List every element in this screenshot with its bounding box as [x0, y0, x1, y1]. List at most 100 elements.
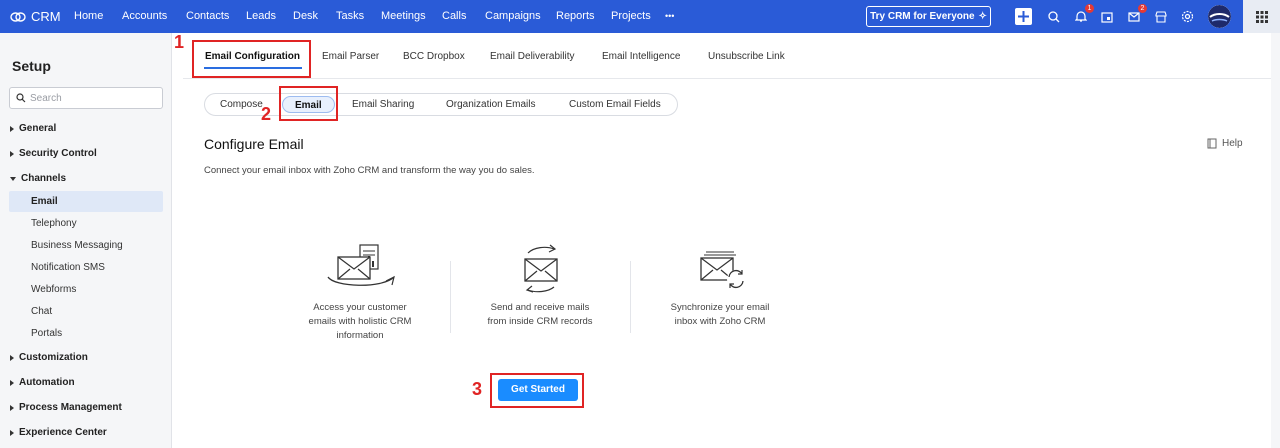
section-label: Process Management: [19, 402, 122, 413]
annotation-step-3: 3: [472, 379, 483, 399]
setup-sidebar: Setup Search General Security Control Ch…: [0, 33, 172, 448]
sidebar-section-process-management[interactable]: Process Management: [10, 402, 122, 413]
avatar-icon: [1208, 5, 1231, 28]
sidebar-title: Setup: [12, 58, 51, 74]
grid-menu-icon: [1255, 10, 1268, 23]
nav-home[interactable]: Home: [74, 0, 103, 33]
tab-email-parser[interactable]: Email Parser: [322, 51, 379, 62]
top-navigation-bar: CRM Home Accounts Contacts Leads Desk Ta…: [0, 0, 1280, 33]
tab-email-intelligence[interactable]: Email Intelligence: [602, 51, 680, 62]
annotation-step-1: 1: [174, 32, 185, 52]
app-name: CRM: [31, 9, 61, 24]
sidebar-item-portals[interactable]: Portals: [31, 328, 62, 339]
tab-unsubscribe-link[interactable]: Unsubscribe Link: [708, 51, 785, 62]
section-label: Customization: [19, 352, 88, 363]
notifications-button[interactable]: 1: [1072, 4, 1094, 25]
sidebar-section-customization[interactable]: Customization: [10, 352, 88, 363]
nav-meetings[interactable]: Meetings: [381, 0, 426, 33]
plus-icon: [1018, 11, 1029, 22]
help-label: Help: [1222, 138, 1243, 149]
try-crm-button[interactable]: Try CRM for Everyone ✧: [866, 6, 991, 27]
annotation-step-2: 2: [261, 104, 272, 124]
nav-tasks[interactable]: Tasks: [336, 0, 364, 33]
sidebar-section-experience-center[interactable]: Experience Center: [10, 427, 107, 438]
feature-text-line: Send and receive mails: [490, 302, 590, 313]
crm-logo[interactable]: CRM: [10, 0, 61, 33]
page-description: Connect your email inbox with Zoho CRM a…: [204, 165, 535, 176]
divider: [630, 261, 631, 333]
feature-holistic-crm: Access your customer emails with holisti…: [280, 243, 440, 343]
chevron-right-icon: [10, 404, 14, 411]
nav-calls[interactable]: Calls: [442, 0, 466, 33]
marketplace-button[interactable]: [1152, 8, 1169, 25]
search-icon: [16, 93, 26, 103]
feature-send-receive: Send and receive mails from inside CRM r…: [460, 243, 620, 329]
search-button[interactable]: [1045, 8, 1062, 25]
nav-desk[interactable]: Desk: [293, 0, 318, 33]
feature-text-line: emails with holistic CRM: [308, 316, 412, 327]
section-label: Automation: [19, 377, 75, 388]
sidebar-item-webforms[interactable]: Webforms: [31, 284, 76, 295]
sidebar-item-notification-sms[interactable]: Notification SMS: [31, 262, 105, 273]
section-label: Channels: [21, 173, 67, 184]
annotation-box-step-3: [490, 373, 584, 408]
email-settings-tabs: Email Configuration Email Parser BCC Dro…: [183, 33, 1271, 79]
subtab-organization-emails[interactable]: Organization Emails: [446, 99, 535, 110]
nav-accounts[interactable]: Accounts: [122, 0, 167, 33]
crm-logo-icon: [10, 11, 26, 22]
right-scroll-gutter: [1271, 33, 1280, 448]
email-send-receive-icon: [524, 244, 558, 293]
chevron-down-icon: [10, 176, 16, 181]
section-label: Experience Center: [19, 427, 107, 438]
nav-projects[interactable]: Projects: [611, 0, 651, 33]
try-crm-label: Try CRM for Everyone: [870, 11, 975, 22]
chevron-right-icon: [10, 379, 14, 386]
subtab-email-sharing[interactable]: Email Sharing: [352, 99, 414, 110]
calendar-button[interactable]: [1098, 8, 1115, 25]
nav-campaigns[interactable]: Campaigns: [485, 0, 541, 33]
tab-bcc-dropbox[interactable]: BCC Dropbox: [403, 51, 465, 62]
quick-create-button[interactable]: [1015, 8, 1032, 25]
sidebar-section-channels[interactable]: Channels: [10, 173, 66, 184]
search-placeholder: Search: [30, 92, 62, 104]
sidebar-section-security[interactable]: Security Control: [10, 148, 97, 159]
subtab-compose[interactable]: Compose: [220, 99, 263, 110]
nav-more-button[interactable]: •••: [665, 0, 674, 33]
sidebar-search-input[interactable]: Search: [9, 87, 163, 109]
sidebar-item-chat[interactable]: Chat: [31, 306, 52, 317]
chevron-right-icon: [10, 125, 14, 132]
help-book-icon: [1207, 138, 1217, 149]
section-label: Security Control: [19, 148, 97, 159]
main-content: Email Configuration Email Parser BCC Dro…: [183, 33, 1271, 448]
sidebar-item-business-messaging[interactable]: Business Messaging: [31, 240, 123, 251]
chevron-right-icon: [10, 429, 14, 436]
settings-button[interactable]: [1179, 8, 1196, 25]
help-link[interactable]: Help: [1207, 138, 1243, 149]
email-records-icon: [327, 244, 395, 286]
messages-button[interactable]: 2: [1125, 4, 1147, 25]
tab-email-deliverability[interactable]: Email Deliverability: [490, 51, 574, 62]
subtab-custom-email-fields[interactable]: Custom Email Fields: [569, 99, 661, 110]
search-icon: [1047, 10, 1059, 22]
nav-contacts[interactable]: Contacts: [186, 0, 229, 33]
email-sync-icon: [700, 251, 745, 289]
gear-icon: [1181, 10, 1194, 23]
divider: [450, 261, 451, 333]
nav-reports[interactable]: Reports: [556, 0, 595, 33]
sidebar-section-automation[interactable]: Automation: [10, 377, 75, 388]
sidebar-section-general[interactable]: General: [10, 123, 56, 134]
feature-text-line: Access your customer: [313, 302, 407, 313]
sidebar-item-telephony[interactable]: Telephony: [31, 218, 77, 229]
bell-icon: [1074, 11, 1087, 22]
email-subtabs: Compose Email Email Sharing Organization…: [204, 93, 678, 116]
user-avatar[interactable]: [1208, 5, 1231, 28]
chevron-right-icon: [10, 354, 14, 361]
messages-badge: 2: [1138, 4, 1147, 13]
app-grid-button[interactable]: [1243, 0, 1280, 33]
notifications-badge: 1: [1085, 4, 1094, 13]
annotation-box-step-2: [279, 86, 338, 121]
sidebar-item-email[interactable]: Email: [9, 191, 163, 212]
annotation-box-step-1: [192, 40, 311, 78]
nav-leads[interactable]: Leads: [246, 0, 276, 33]
mail-icon: [1127, 12, 1140, 22]
